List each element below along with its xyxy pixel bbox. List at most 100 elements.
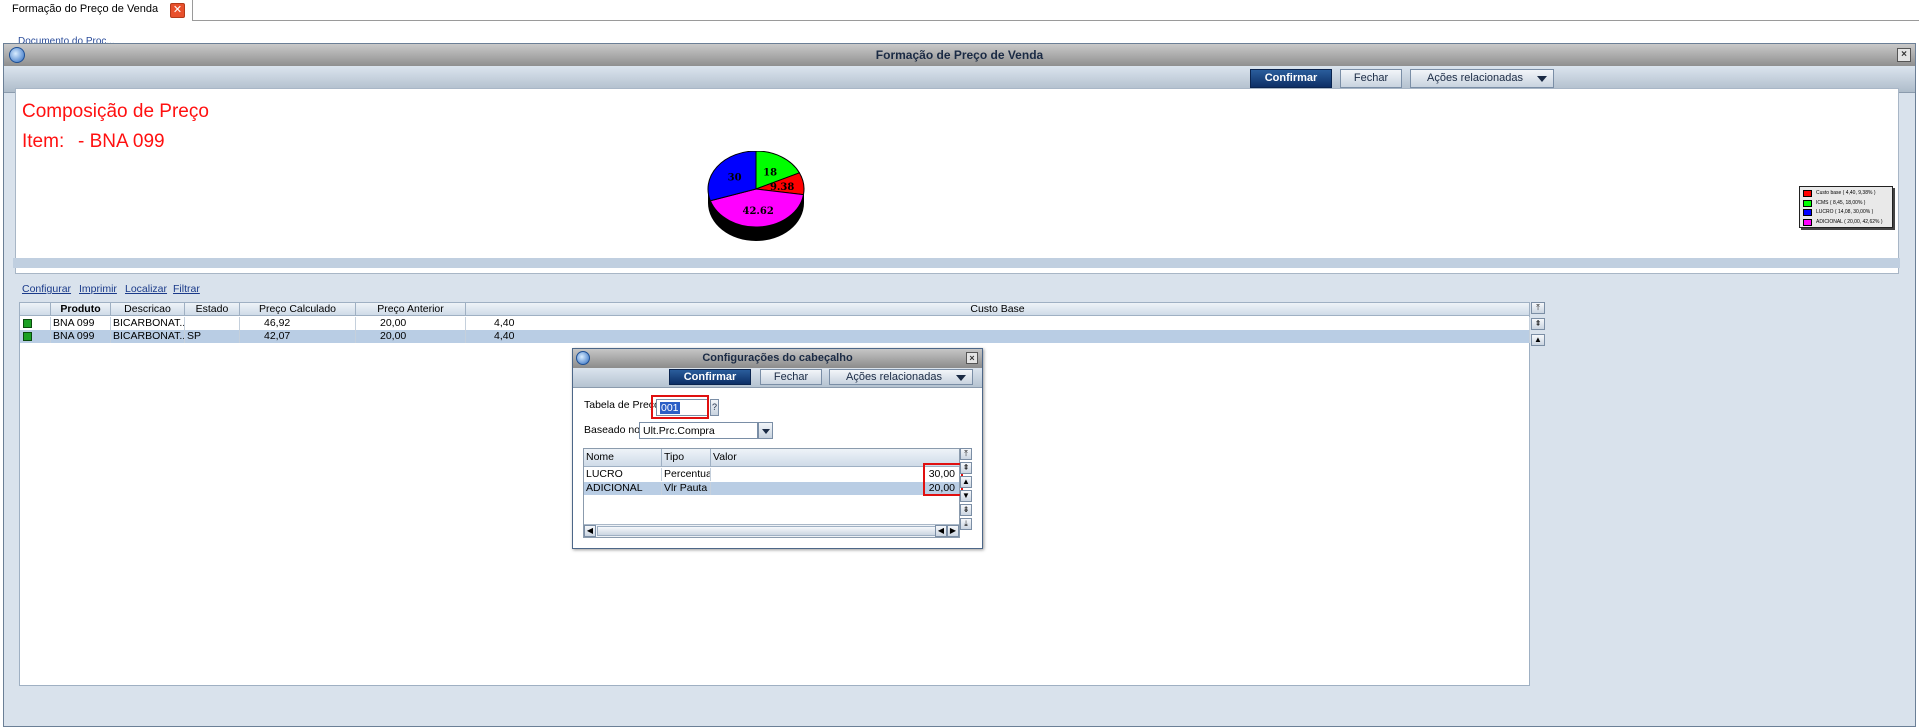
cell-nome: ADICIONAL: [584, 482, 662, 495]
cell-descricao: BICARBONAT...: [113, 317, 185, 330]
item-label: Item:: [22, 131, 65, 152]
scroll-up-icon[interactable]: ▲: [960, 476, 972, 488]
highlight-box: [923, 463, 963, 496]
legend-swatch: [1803, 218, 1812, 226]
status-indicator-icon: [23, 332, 32, 341]
pie-data-label: 18: [763, 167, 777, 178]
cell-preco-calculado: 42,07: [240, 330, 356, 343]
config-header-nome[interactable]: Nome: [584, 449, 662, 467]
scroll-up-icon[interactable]: ▲: [1531, 334, 1545, 346]
scroll-top-icon[interactable]: ⤒: [1531, 302, 1545, 314]
window-title: Formação de Preço de Venda: [875, 48, 1044, 62]
table-row[interactable]: BNA 099 BICARBONAT... 46,92 20,00 4,40: [20, 317, 1530, 330]
app-logo-icon: [9, 47, 25, 63]
panel-separator: [13, 258, 1900, 268]
chart-title: Composição de Preço: [22, 101, 209, 122]
config-grid-header: Nome Tipo Valor: [584, 449, 959, 467]
config-grid: Nome Tipo Valor LUCRO Percentual 30,00 A…: [583, 448, 960, 538]
config-header-tipo[interactable]: Tipo: [662, 449, 711, 467]
filter-link[interactable]: Filtrar: [173, 283, 200, 295]
chevron-down-icon: [1537, 76, 1547, 82]
status-indicator-icon: [23, 319, 32, 328]
chart-legend: Custo base ( 4,40, 9,38% ) ICMS ( 8,45, 1…: [1799, 186, 1893, 228]
cell-estado: SP: [185, 330, 240, 343]
scroll-down-icon[interactable]: ▼: [960, 490, 972, 502]
row-status: [20, 330, 51, 343]
dialog-close-button[interactable]: Fechar: [760, 369, 822, 385]
window-titlebar: Formação de Preço de Venda ×: [4, 44, 1915, 66]
price-composition-panel: Composição de Preço Item: - BNA 099 9.38…: [15, 88, 1899, 274]
window-close-icon[interactable]: ×: [1897, 48, 1911, 62]
baseado-value: Ult.Prc.Compra: [643, 425, 715, 437]
grid-header-produto[interactable]: Produto: [51, 303, 111, 316]
cell-preco-anterior: 20,00: [356, 317, 466, 330]
cell-preco-calculado: 46,92: [240, 317, 356, 330]
cell-descricao: BICARBONAT...: [113, 330, 185, 343]
table-row[interactable]: ADICIONAL Vlr Pauta 20,00: [584, 482, 959, 495]
price-pie-chart: 9.38 18 30 42.62: [707, 151, 805, 241]
grid-header: Produto Descricao Estado Preço Calculado…: [20, 303, 1530, 316]
dialog-titlebar: Configurações do cabeçalho ×: [573, 349, 982, 368]
print-link[interactable]: Imprimir: [79, 283, 117, 295]
close-button[interactable]: Fechar: [1340, 69, 1402, 88]
table-row[interactable]: LUCRO Percentual 30,00: [584, 468, 959, 481]
cell-estado: [185, 317, 240, 330]
related-actions-label: Ações relacionadas: [1426, 72, 1523, 84]
scroll-left-icon[interactable]: ◀: [584, 525, 596, 537]
baseado-select[interactable]: Ult.Prc.Compra: [639, 422, 758, 439]
legend-swatch: [1803, 190, 1812, 197]
cell-nome: LUCRO: [584, 468, 662, 481]
horizontal-scrollbar[interactable]: ◀ ◀ ▶: [584, 524, 959, 537]
lookup-button[interactable]: ?: [710, 399, 719, 416]
baseado-dropdown-button[interactable]: [758, 422, 773, 439]
table-row[interactable]: BNA 099 BICARBONAT... SP 42,07 20,00 4,4…: [20, 330, 1530, 343]
grid-header-estado[interactable]: Estado: [185, 303, 240, 316]
tab-close-icon[interactable]: ✕: [170, 3, 185, 18]
legend-entry: ICMS ( 8,45, 18,00% ): [1803, 199, 1889, 209]
pie-data-label: 42.62: [743, 206, 774, 217]
scroll-page-up-icon[interactable]: ⇞: [960, 462, 972, 474]
legend-swatch: [1803, 199, 1812, 207]
dialog-related-actions-label: Ações relacionadas: [845, 371, 942, 383]
pie-data-label: 30: [728, 173, 742, 184]
scroll-bottom-icon[interactable]: ⤓: [960, 518, 972, 530]
dialog-related-actions-button[interactable]: Ações relacionadas: [829, 369, 973, 385]
cell-tipo: Percentual: [664, 468, 711, 481]
chevron-down-icon: [956, 375, 966, 381]
cell-produto: BNA 099: [51, 330, 111, 343]
grid-header-descricao[interactable]: Descricao: [111, 303, 185, 316]
tab-formacao-preco[interactable]: Formação do Preço de Venda ✕: [0, 0, 193, 21]
tab-label: Formação do Preço de Venda: [12, 3, 159, 15]
dialog-toolbar: Confirmar Fechar Ações relacionadas: [573, 368, 982, 388]
row-status: [20, 317, 51, 330]
cell-tipo: Vlr Pauta: [662, 482, 711, 495]
cell-produto: BNA 099: [51, 317, 111, 330]
cell-custo-base: 4,40: [466, 317, 1530, 330]
scroll-top-icon[interactable]: ⤒: [960, 448, 972, 460]
scroll-right-icon[interactable]: ▶: [947, 525, 959, 537]
configure-link[interactable]: Configurar: [22, 283, 71, 295]
find-link[interactable]: Localizar: [125, 283, 167, 295]
dialog-title: Configurações do cabeçalho: [702, 352, 853, 364]
cell-preco-anterior: 20,00: [356, 330, 466, 343]
tab-strip: Formação do Preço de Venda ✕: [0, 0, 1919, 21]
legend-label: LUCRO ( 14,08, 30,00% ): [1816, 209, 1874, 215]
pie-data-label: 9.38: [770, 182, 794, 193]
legend-entry: Custo base ( 4,40, 9,38% ): [1803, 189, 1889, 199]
app-logo-icon: [576, 351, 590, 365]
related-actions-button[interactable]: Ações relacionadas: [1410, 69, 1554, 88]
grid-header-preco-anterior[interactable]: Preço Anterior: [356, 303, 466, 316]
scroll-thumb[interactable]: [597, 526, 947, 536]
scroll-left-end-icon[interactable]: ◀: [935, 525, 947, 537]
dialog-close-icon[interactable]: ×: [966, 352, 978, 364]
legend-label: ICMS ( 8,45, 18,00% ): [1816, 199, 1866, 206]
tabela-preco-label: Tabela de Preço: [584, 399, 660, 411]
grid-header-custo-base[interactable]: Custo Base: [466, 303, 1530, 316]
scroll-page-down-icon[interactable]: ⇟: [960, 504, 972, 516]
grid-header-preco-calculado[interactable]: Preço Calculado: [240, 303, 356, 316]
grid-header-status: [20, 303, 51, 316]
legend-entry: LUCRO ( 14,08, 30,00% ): [1803, 208, 1889, 218]
dialog-confirm-button[interactable]: Confirmar: [669, 369, 751, 385]
confirm-button[interactable]: Confirmar: [1250, 69, 1332, 88]
scroll-page-up-icon[interactable]: ⇞: [1531, 318, 1545, 330]
